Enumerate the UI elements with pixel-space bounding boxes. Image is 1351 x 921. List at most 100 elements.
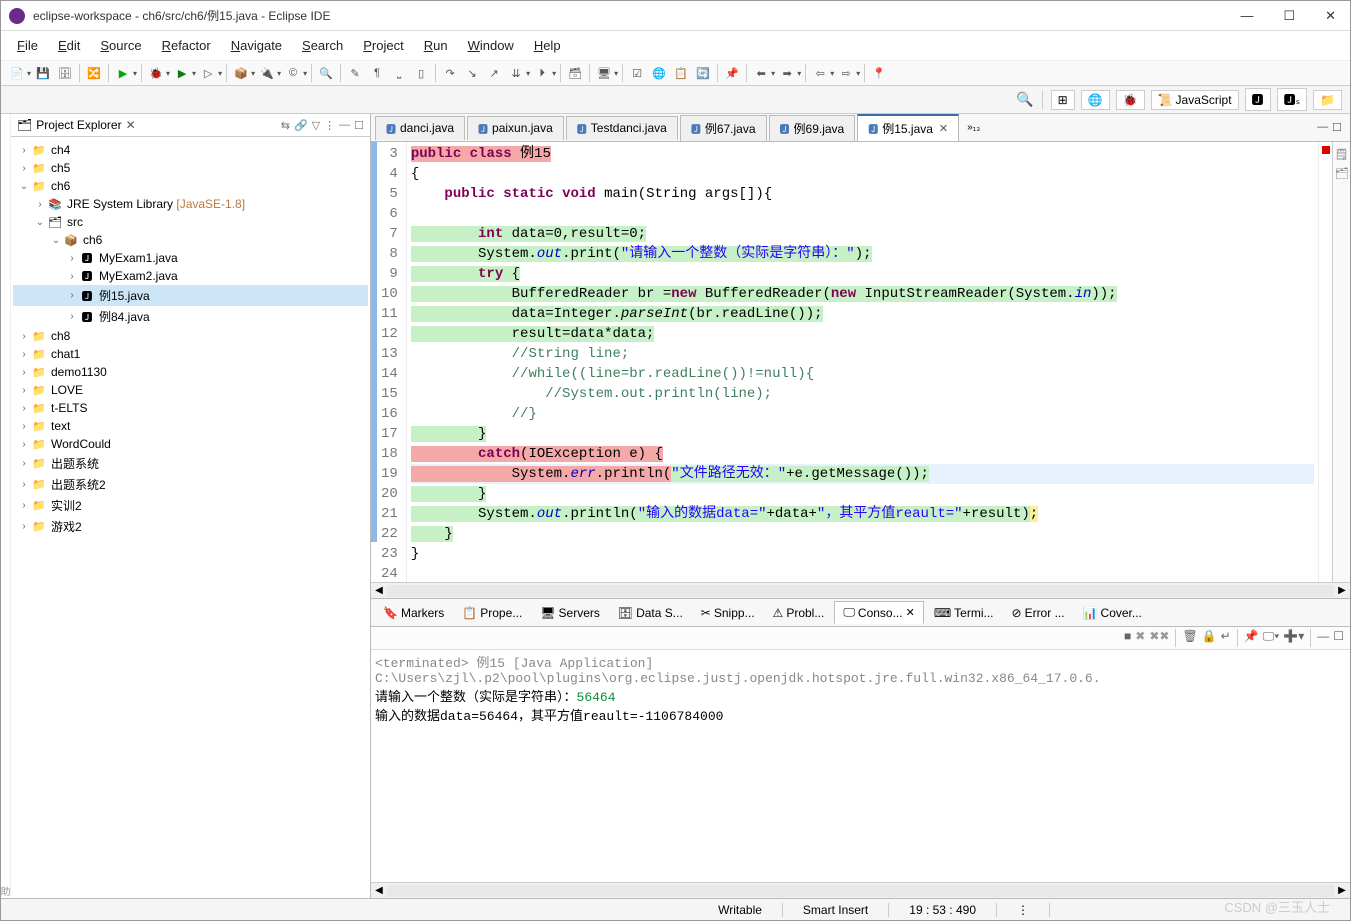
tree-item[interactable]: ⌄🗂src [13, 213, 368, 231]
bottom-tab-snipp[interactable]: ✂Snipp... [693, 603, 763, 623]
collapse-all-button[interactable]: ⇆ [281, 119, 290, 132]
tree-item[interactable]: ›📁ch8 [13, 327, 368, 345]
view-menu-button[interactable]: ⋮ [324, 119, 335, 132]
expand-arrow-icon[interactable]: › [17, 349, 31, 360]
search-button[interactable]: 🔍 [316, 63, 336, 83]
tree-item[interactable]: ›📁LOVE [13, 381, 368, 399]
save-button[interactable]: 💾 [33, 63, 53, 83]
expand-arrow-icon[interactable]: › [17, 458, 31, 469]
tree-item[interactable]: ›📁ch4 [13, 141, 368, 159]
sync-button[interactable]: 🔄 [693, 63, 713, 83]
tree-item[interactable]: ›🅹例84.java [13, 306, 368, 327]
close-tab-button[interactable]: ✕ [906, 606, 915, 619]
tree-item[interactable]: ›📁t-ELTS [13, 399, 368, 417]
view-close-button[interactable]: ✕ [126, 118, 136, 132]
pin-button[interactable]: 📌 [722, 63, 742, 83]
save-all-button[interactable]: 🗄 [55, 63, 75, 83]
expand-arrow-icon[interactable]: › [65, 311, 79, 322]
expand-arrow-icon[interactable]: › [17, 163, 31, 174]
menu-search[interactable]: Search [294, 35, 351, 56]
tree-item[interactable]: ⌄📦ch6 [13, 231, 368, 249]
console-hscroll[interactable]: ◀ ▶ [371, 882, 1350, 898]
tree-item[interactable]: ⌄📁ch6 [13, 177, 368, 195]
tree-item[interactable]: ›📁ch5 [13, 159, 368, 177]
bottom-tab-datas[interactable]: 🗄Data S... [610, 603, 691, 623]
bottom-tab-prope[interactable]: 📋Prope... [454, 603, 530, 623]
run-button[interactable]: ▶ [172, 63, 192, 83]
bottom-tab-cover[interactable]: 📊Cover... [1075, 603, 1150, 623]
status-insert[interactable]: Smart Insert [783, 903, 889, 917]
resume-button[interactable]: ⏵ [532, 63, 552, 83]
web-button[interactable]: 🌐 [649, 63, 669, 83]
close-tab-button[interactable]: ✕ [939, 122, 948, 135]
tree-item[interactable]: ›🅹MyExam2.java [13, 267, 368, 285]
open-perspective-button[interactable]: ⊞ [1051, 90, 1075, 110]
filter-button[interactable]: ▽ [312, 119, 320, 132]
switch-editor-button[interactable]: 🔀 [84, 63, 104, 83]
next-annotation-button[interactable]: ➡ [777, 63, 797, 83]
editor-tab[interactable]: 🅹例69.java [769, 115, 856, 141]
menu-edit[interactable]: Edit [50, 35, 88, 56]
step-return-button[interactable]: ↗ [484, 63, 504, 83]
expand-arrow-icon[interactable]: › [17, 439, 31, 450]
maximize-view-button[interactable]: ☐ [354, 119, 364, 132]
remove-launch-button[interactable]: ✖ [1135, 629, 1145, 647]
status-menu[interactable]: ⋮ [997, 903, 1050, 917]
step-into-button[interactable]: ↘ [462, 63, 482, 83]
scroll-lock-button[interactable]: 🔒 [1202, 629, 1217, 647]
forward-button[interactable]: ⇨ [836, 63, 856, 83]
status-mode[interactable]: Writable [698, 903, 783, 917]
close-button[interactable]: ✕ [1319, 8, 1342, 24]
maximize-editor-button[interactable]: ☐ [1332, 121, 1342, 134]
expand-arrow-icon[interactable]: › [17, 403, 31, 414]
annotation-ruler[interactable] [1318, 142, 1332, 582]
wrap-button[interactable]: ¶ [367, 63, 387, 83]
tree-item[interactable]: ›📁WordCould [13, 435, 368, 453]
debug-button[interactable]: 🐞 [146, 63, 166, 83]
terminate-button[interactable]: ■ [1124, 629, 1131, 647]
expand-arrow-icon[interactable]: ⌄ [49, 235, 63, 246]
tree-item[interactable]: ›📁实训2 [13, 495, 368, 516]
expand-arrow-icon[interactable]: › [17, 367, 31, 378]
menu-file[interactable]: File [9, 35, 46, 56]
minimize-bottom-button[interactable]: — [1317, 629, 1329, 647]
show-whitespace-button[interactable]: ⎵ [389, 63, 409, 83]
coverage-button[interactable]: ▶ [113, 63, 133, 83]
resource-perspective-button[interactable]: 📁 [1313, 90, 1342, 110]
project-tree[interactable]: ›📁ch4›📁ch5⌄📁ch6›📚JRE System Library [Jav… [11, 137, 370, 898]
maximize-bottom-button[interactable]: ☐ [1333, 629, 1344, 647]
expand-arrow-icon[interactable]: › [17, 521, 31, 532]
menu-navigate[interactable]: Navigate [223, 35, 290, 56]
tree-item[interactable]: ›📁游戏2 [13, 516, 368, 537]
clear-console-button[interactable]: 🗑 [1182, 629, 1197, 647]
toggle-mark-button[interactable]: ✎ [345, 63, 365, 83]
pin-console-button[interactable]: 📌 [1244, 629, 1259, 647]
editor-tab[interactable]: 🅹danci.java [375, 116, 465, 140]
menu-refactor[interactable]: Refactor [154, 35, 219, 56]
minimize-button[interactable]: — [1234, 8, 1259, 24]
expand-arrow-icon[interactable]: › [17, 500, 31, 511]
more-tabs-button[interactable]: »₁₃ [961, 118, 986, 137]
block-select-button[interactable]: ▯ [411, 63, 431, 83]
expand-arrow-icon[interactable]: ⌄ [17, 181, 31, 192]
expand-arrow-icon[interactable]: › [17, 331, 31, 342]
task-button[interactable]: ☑ [627, 63, 647, 83]
run-last-button[interactable]: ▷ [198, 63, 218, 83]
menu-help[interactable]: Help [526, 35, 569, 56]
debug-perspective-button[interactable]: 🐞 [1116, 90, 1145, 110]
javaee-perspective-button[interactable]: 🌐 [1081, 90, 1110, 110]
maximize-button[interactable]: ☐ [1277, 8, 1301, 24]
link-editor-button[interactable]: 🔗 [294, 119, 308, 132]
tree-item[interactable]: ›📁demo1130 [13, 363, 368, 381]
scroll-right-button[interactable]: ▶ [1334, 585, 1350, 596]
editor-tab[interactable]: 🅹例15.java✕ [857, 114, 959, 141]
code-editor[interactable]: 3456789101112131415161718192021222324 pu… [371, 142, 1332, 582]
tree-item[interactable]: ›📁出题系统 [13, 453, 368, 474]
tree-item[interactable]: ›🅹MyExam1.java [13, 249, 368, 267]
editor-tab[interactable]: 🅹paixun.java [467, 116, 564, 140]
bottom-tab-conso[interactable]: 🖵Conso... ✕ [834, 601, 924, 624]
bottom-tab-markers[interactable]: 🔖Markers [375, 603, 452, 623]
bottom-tab-servers[interactable]: 🖥Servers [532, 603, 608, 623]
prev-annotation-button[interactable]: ⬅ [751, 63, 771, 83]
new-java-button[interactable]: 📦 [231, 63, 251, 83]
